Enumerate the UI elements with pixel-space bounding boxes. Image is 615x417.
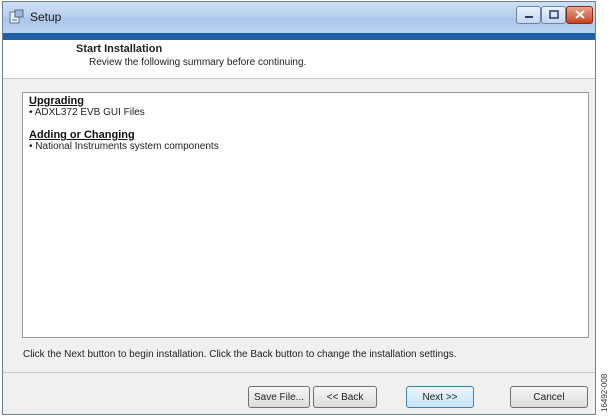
- back-button[interactable]: << Back: [313, 386, 377, 408]
- header-divider: [3, 78, 595, 79]
- minimize-icon: [524, 6, 534, 24]
- footer-divider: [3, 372, 595, 373]
- page-subtitle: Review the following summary before cont…: [89, 57, 307, 68]
- save-file-button[interactable]: Save File...: [248, 386, 310, 408]
- accent-bar: [3, 33, 595, 40]
- window-title: Setup: [30, 10, 62, 24]
- maximize-icon: [548, 6, 559, 24]
- close-button[interactable]: [566, 6, 593, 24]
- maximize-button[interactable]: [541, 6, 566, 24]
- header-panel: Start Installation Review the following …: [3, 40, 595, 78]
- figure-id: 16492-008: [600, 373, 609, 412]
- instruction-text: Click the Next button to begin installat…: [23, 349, 457, 360]
- setup-window: Setup Start Installation Review the foll…: [2, 1, 596, 415]
- list-item: • National Instruments system components: [29, 141, 219, 152]
- list-item: • ADXL372 EVB GUI Files: [29, 107, 145, 118]
- next-button[interactable]: Next >>: [406, 386, 474, 408]
- title-bar[interactable]: Setup: [3, 2, 595, 34]
- section-heading-upgrading: Upgrading: [29, 95, 84, 107]
- page-title: Start Installation: [76, 43, 163, 55]
- close-icon: [574, 6, 585, 24]
- cancel-button[interactable]: Cancel: [510, 386, 588, 408]
- summary-box[interactable]: Upgrading • ADXL372 EVB GUI Files Adding…: [22, 92, 589, 338]
- section-heading-adding-or-changing: Adding or Changing: [29, 129, 135, 141]
- minimize-button[interactable]: [516, 6, 541, 24]
- setup-icon: [9, 9, 25, 25]
